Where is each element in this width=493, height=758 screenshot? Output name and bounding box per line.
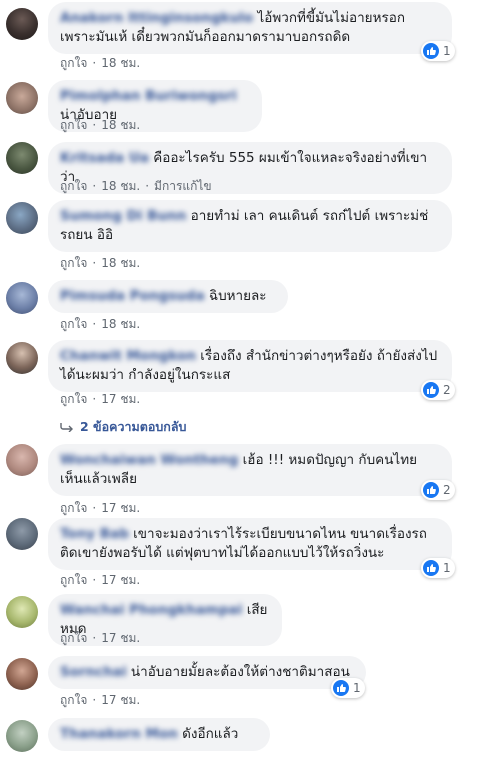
timestamp[interactable]: 17 ชม. — [101, 392, 140, 406]
timestamp[interactable]: 18 ชม. — [101, 256, 140, 270]
comment-bubble: Sornchai น่าอับอายมั้ยละต้องให้ต่างชาติม… — [48, 656, 366, 689]
commenter-name[interactable]: Sumong Di Bunn — [60, 207, 186, 226]
comment-meta: ถูกใจ · 18 ชม. — [60, 56, 141, 70]
comment-meta: ถูกใจ · 17 ชม. — [60, 631, 141, 645]
comment-text: น่าอับอายมั้ยละต้องให้ต่างชาติมาสอน — [130, 664, 350, 680]
comment-meta: ถูกใจ · 17 ชม. — [60, 501, 141, 515]
commenter-name[interactable]: Sornchai — [60, 663, 127, 682]
comment-text: ฉิบหายละ — [208, 288, 267, 304]
like-link[interactable]: ถูกใจ — [60, 501, 87, 515]
avatar[interactable] — [6, 518, 38, 550]
timestamp[interactable]: 17 ชม. — [101, 501, 140, 515]
commenter-name[interactable]: Anakorn Ittinginsongkulo — [60, 9, 253, 28]
comment-bubble: Wonchaiwan Wontheng เฮ้อ !!! หมดปัญญา กั… — [48, 444, 452, 496]
like-link[interactable]: ถูกใจ — [60, 693, 87, 707]
like-link[interactable]: ถูกใจ — [60, 56, 87, 70]
comment-bubble: Chanwit Mongkon เรื่องถึง สำนักข่าวต่างๆ… — [48, 340, 452, 392]
avatar[interactable] — [6, 82, 38, 114]
thumbs-up-icon — [423, 560, 439, 576]
comment-meta: ถูกใจ · 17 ชม. — [60, 693, 141, 707]
thumbs-up-icon — [423, 382, 439, 398]
comment-meta: ถูกใจ · 18 ชม. — [60, 256, 141, 270]
comment-meta: ถูกใจ · 18 ชม. · มีการแก้ไข — [60, 179, 212, 193]
comment-meta: ถูกใจ · 18 ชม. — [60, 118, 141, 132]
reaction-count[interactable]: 2 — [421, 480, 455, 500]
avatar[interactable] — [6, 202, 38, 234]
reaction-count[interactable]: 1 — [421, 558, 455, 578]
timestamp[interactable]: 18 ชม. — [101, 317, 140, 331]
avatar[interactable] — [6, 8, 38, 40]
comment-meta: ถูกใจ · 17 ชม. — [60, 392, 141, 406]
reaction-count[interactable]: 1 — [421, 41, 455, 61]
avatar[interactable] — [6, 342, 38, 374]
thumbs-up-icon — [423, 482, 439, 498]
comment-bubble: Tony Bab เขาจะมองว่าเราไร้ระเบียบขนาดไหน… — [48, 518, 452, 570]
timestamp[interactable]: 18 ชม. — [101, 118, 140, 132]
commenter-name[interactable]: Wonchaiwan Wontheng — [60, 451, 238, 470]
thumbs-up-icon — [333, 680, 349, 696]
commenter-name[interactable]: Wanchai Phongkhampai — [60, 601, 242, 620]
like-link[interactable]: ถูกใจ — [60, 179, 87, 193]
comment-meta: ถูกใจ · 17 ชม. — [60, 573, 141, 587]
view-replies-link[interactable]: 2 ข้อความตอบกลับ — [60, 417, 186, 437]
comment-bubble: Thanakorn Mon ดังอีกแล้ว — [48, 718, 270, 751]
reaction-count[interactable]: 2 — [421, 380, 455, 400]
comment-bubble: Sumong Di Bunn อายทำม่ เลา คนเดินต์ รถก๋… — [48, 200, 452, 252]
timestamp[interactable]: 17 ชม. — [101, 631, 140, 645]
commenter-name[interactable]: Pimsuda Pongsuda — [60, 287, 205, 306]
like-link[interactable]: ถูกใจ — [60, 631, 87, 645]
comment-text: ดังอีกแล้ว — [182, 726, 239, 742]
commenter-name[interactable]: Pimolphan Buriwongsri — [60, 87, 237, 106]
thumbs-up-icon — [423, 43, 439, 59]
reply-arrow-icon — [60, 420, 74, 435]
comment-bubble: Pimsuda Pongsuda ฉิบหายละ — [48, 280, 288, 313]
like-link[interactable]: ถูกใจ — [60, 256, 87, 270]
commenter-name[interactable]: Kritsada Ua — [60, 149, 149, 168]
commenter-name[interactable]: Tony Bab — [60, 525, 129, 544]
like-link[interactable]: ถูกใจ — [60, 392, 87, 406]
like-link[interactable]: ถูกใจ — [60, 317, 87, 331]
comment-meta: ถูกใจ · 18 ชม. — [60, 317, 141, 331]
avatar[interactable] — [6, 282, 38, 314]
avatar[interactable] — [6, 142, 38, 174]
commenter-name[interactable]: Thanakorn Mon — [60, 725, 178, 744]
timestamp[interactable]: 17 ชม. — [101, 573, 140, 587]
avatar[interactable] — [6, 444, 38, 476]
avatar[interactable] — [6, 658, 38, 690]
timestamp[interactable]: 18 ชม. — [101, 56, 140, 70]
edited-label[interactable]: มีการแก้ไข — [154, 179, 212, 193]
like-link[interactable]: ถูกใจ — [60, 118, 87, 132]
avatar[interactable] — [6, 720, 38, 752]
comment-bubble: Anakorn Ittinginsongkulo ไอ้พวกที่ขี้มัน… — [48, 2, 452, 54]
timestamp[interactable]: 17 ชม. — [101, 693, 140, 707]
commenter-name[interactable]: Chanwit Mongkon — [60, 347, 196, 366]
reaction-count[interactable]: 1 — [331, 678, 365, 698]
timestamp[interactable]: 18 ชม. — [101, 179, 140, 193]
like-link[interactable]: ถูกใจ — [60, 573, 87, 587]
avatar[interactable] — [6, 596, 38, 628]
